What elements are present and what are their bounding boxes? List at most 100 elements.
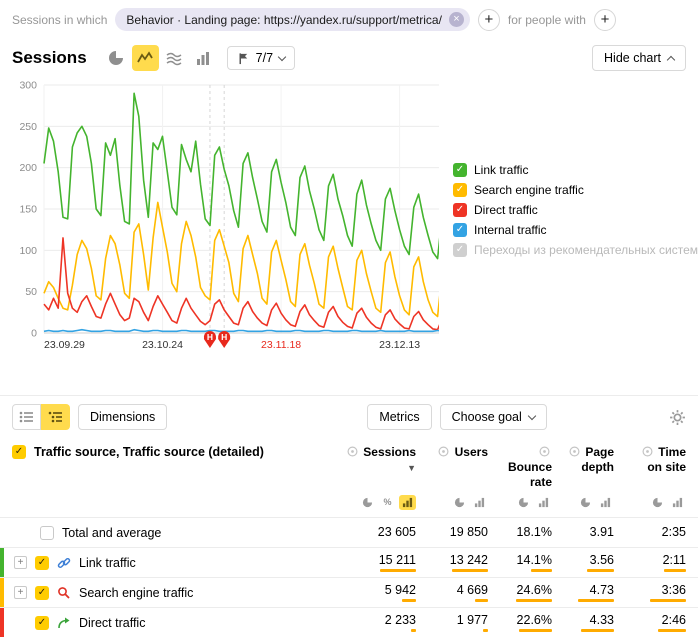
view-switcher bbox=[12, 404, 70, 430]
remove-segment-icon[interactable]: × bbox=[449, 12, 464, 27]
cell-value: 1 977 bbox=[457, 614, 488, 627]
page-title: Sessions bbox=[12, 48, 87, 68]
expand-row-button[interactable]: + bbox=[14, 586, 27, 599]
svg-text:23.12.13: 23.12.13 bbox=[379, 339, 420, 351]
filter-suffix-label: for people with bbox=[508, 13, 586, 27]
metric-info-icon bbox=[347, 446, 358, 460]
cell-value: 4.73 bbox=[590, 584, 614, 597]
dimension-column-header[interactable]: Traffic source, Traffic source (detailed… bbox=[34, 445, 264, 459]
cell-mini-bar bbox=[483, 629, 488, 632]
metric-info-icon bbox=[438, 446, 449, 460]
column-header-bounce-rate[interactable]: Bounce rate bbox=[500, 445, 564, 489]
choose-goal-dropdown[interactable]: Choose goal bbox=[440, 404, 547, 430]
legend-item-search-traffic[interactable]: ✓ Search engine traffic bbox=[453, 183, 698, 197]
row-checkbox[interactable]: ✓ bbox=[35, 616, 49, 630]
table-row-direct-traffic[interactable]: ✓ Direct traffic 2 233 1 977 22.6% 4.33 … bbox=[0, 607, 698, 637]
row-color-strip bbox=[0, 608, 4, 637]
table-row-total[interactable]: ✓ Total and average 23 605 19 850 18.1% … bbox=[0, 517, 698, 547]
expand-row-button[interactable]: + bbox=[14, 556, 27, 569]
legend-checkbox[interactable]: ✓ bbox=[453, 223, 467, 237]
row-checkbox[interactable]: ✓ bbox=[35, 556, 49, 570]
select-all-checkbox[interactable]: ✓ bbox=[12, 445, 26, 459]
stacked-chart-type-button[interactable] bbox=[161, 45, 188, 71]
check-icon: ✓ bbox=[456, 205, 464, 215]
svg-text:50: 50 bbox=[25, 286, 37, 298]
tree-view-icon bbox=[48, 410, 63, 424]
bars-toggle-icon[interactable] bbox=[399, 495, 416, 510]
tree-view-button[interactable] bbox=[41, 404, 70, 430]
cell-value: 2 233 bbox=[385, 614, 416, 627]
cell-mini-bar bbox=[658, 629, 686, 632]
legend-checkbox[interactable]: ✓ bbox=[453, 203, 467, 217]
settings-button[interactable] bbox=[669, 409, 686, 426]
svg-text:100: 100 bbox=[19, 245, 37, 257]
segment-filter-bar: Sessions in which Behavior · Landing pag… bbox=[0, 0, 698, 37]
sort-desc-icon: ▼ bbox=[407, 463, 416, 473]
filter-prefix-label: Sessions in which bbox=[12, 13, 107, 27]
cell-value: 23 605 bbox=[378, 526, 416, 539]
dimensions-button[interactable]: Dimensions bbox=[78, 404, 167, 430]
legend-checkbox[interactable]: ✓ bbox=[453, 163, 467, 177]
check-icon: ✓ bbox=[15, 447, 23, 457]
check-icon: ✓ bbox=[38, 558, 46, 568]
bar-chart-icon bbox=[195, 50, 211, 66]
metrics-button[interactable]: Metrics bbox=[367, 404, 431, 430]
add-people-filter-button[interactable]: + bbox=[594, 9, 616, 31]
cell-value: 22.6% bbox=[517, 614, 552, 627]
cell-value: 13 242 bbox=[450, 554, 488, 567]
segment-chip[interactable]: Behavior · Landing page: https://yandex.… bbox=[115, 8, 470, 31]
svg-text:150: 150 bbox=[19, 204, 37, 216]
cell-mini-bar bbox=[587, 569, 614, 572]
cell-mini-bar bbox=[452, 569, 488, 572]
line-chart-type-button[interactable] bbox=[132, 45, 159, 71]
column-header-users[interactable]: Users bbox=[428, 445, 500, 460]
table-row-link-traffic[interactable]: + ✓ Link traffic 15 211 13 242 14.1% 3.5… bbox=[0, 547, 698, 577]
column-header-time-on-site[interactable]: Time on site bbox=[626, 445, 698, 475]
row-checkbox[interactable]: ✓ bbox=[35, 586, 49, 600]
search-icon bbox=[57, 586, 71, 600]
bars-toggle-icon[interactable] bbox=[471, 495, 488, 510]
legend-checkbox[interactable]: ✓ bbox=[453, 183, 467, 197]
legend-item-internal-traffic[interactable]: ✓ Internal traffic bbox=[453, 223, 698, 237]
bars-toggle-icon[interactable] bbox=[597, 495, 614, 510]
column-header-sessions[interactable]: Sessions ▼ bbox=[342, 445, 428, 475]
add-session-filter-button[interactable]: + bbox=[478, 9, 500, 31]
percent-toggle-icon[interactable]: % bbox=[379, 495, 396, 510]
flat-list-view-button[interactable] bbox=[12, 404, 41, 430]
check-icon: ✓ bbox=[456, 245, 464, 255]
pie-toggle-icon[interactable] bbox=[577, 495, 594, 510]
check-icon: ✓ bbox=[38, 618, 46, 628]
svg-text:23.10.24: 23.10.24 bbox=[142, 339, 183, 351]
cell-mini-bar bbox=[380, 569, 416, 572]
cell-mini-bar bbox=[578, 599, 614, 602]
legend-item-link-traffic[interactable]: ✓ Link traffic bbox=[453, 163, 698, 177]
svg-text:Н: Н bbox=[221, 332, 227, 342]
bar-chart-type-button[interactable] bbox=[190, 45, 217, 71]
flag-icon bbox=[237, 52, 250, 65]
pie-chart-type-button[interactable] bbox=[103, 45, 130, 71]
pie-toggle-icon[interactable] bbox=[649, 495, 666, 510]
legend-item-recommendation-traffic[interactable]: ✓ Переходы из рекомендательных систем bbox=[453, 243, 698, 257]
sessions-chart[interactable]: 05010015020025030023.09.2923.10.2423.11.… bbox=[6, 77, 439, 365]
annotations-dropdown[interactable]: 7/7 bbox=[227, 46, 295, 70]
column-header-page-depth[interactable]: Page depth bbox=[564, 445, 626, 475]
chevron-down-icon bbox=[278, 52, 286, 60]
table-row-search-traffic[interactable]: + ✓ Search engine traffic 5 942 4 669 24… bbox=[0, 577, 698, 607]
legend-checkbox[interactable]: ✓ bbox=[453, 243, 467, 257]
stacked-chart-icon bbox=[166, 50, 182, 66]
pie-toggle-icon[interactable] bbox=[451, 495, 468, 510]
cell-mini-bar bbox=[531, 569, 552, 572]
bars-toggle-icon[interactable] bbox=[535, 495, 552, 510]
cell-value: 14.1% bbox=[517, 554, 552, 567]
pie-toggle-icon[interactable] bbox=[515, 495, 532, 510]
svg-text:23.11.18: 23.11.18 bbox=[261, 339, 301, 351]
cell-value: 4 669 bbox=[457, 584, 488, 597]
metric-info-icon bbox=[642, 446, 653, 460]
cell-value: 5 942 bbox=[385, 584, 416, 597]
pie-toggle-icon[interactable] bbox=[359, 495, 376, 510]
table-toolbar: Dimensions Metrics Choose goal bbox=[0, 395, 698, 438]
bars-toggle-icon[interactable] bbox=[669, 495, 686, 510]
row-checkbox[interactable]: ✓ bbox=[40, 526, 54, 540]
legend-item-direct-traffic[interactable]: ✓ Direct traffic bbox=[453, 203, 698, 217]
hide-chart-button[interactable]: Hide chart bbox=[592, 45, 686, 71]
